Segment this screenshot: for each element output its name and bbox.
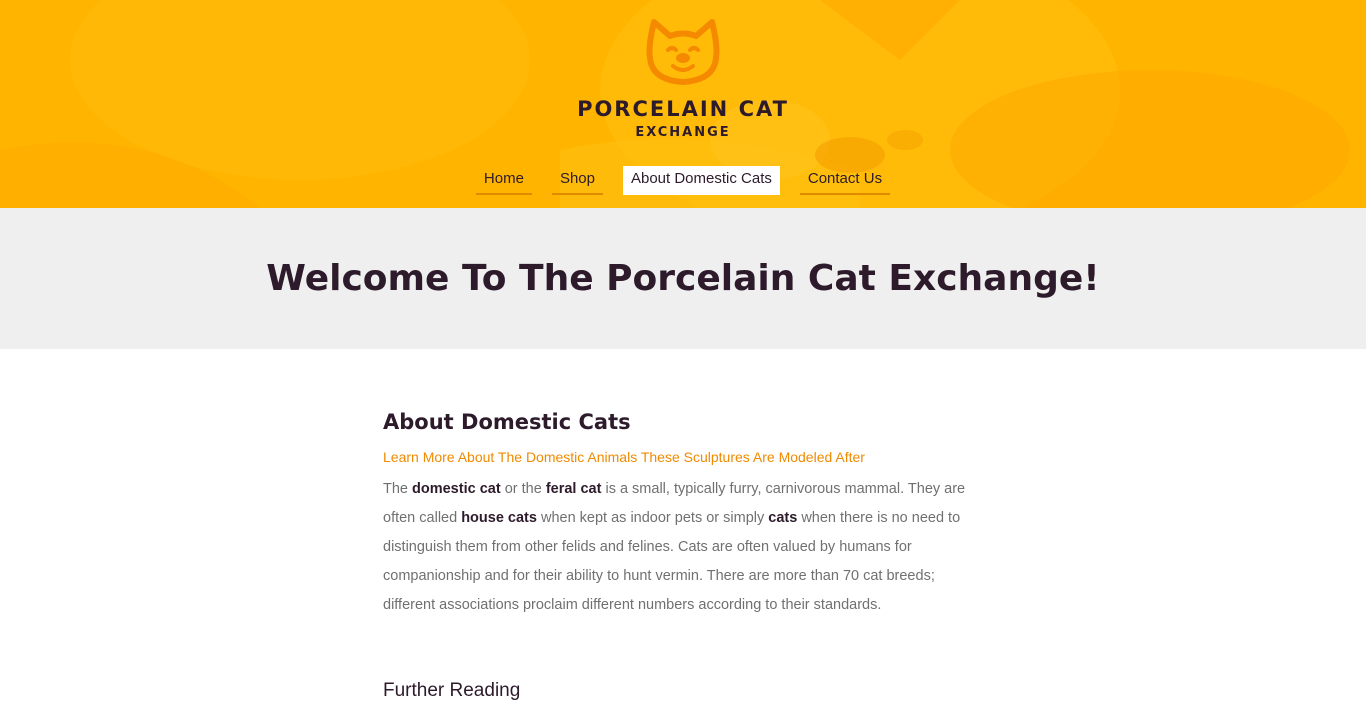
para-bold-cats: cats xyxy=(768,510,798,526)
nav-contact-us[interactable]: Contact Us xyxy=(799,166,891,195)
section-heading: About Domestic Cats xyxy=(383,410,631,434)
para-text-4: when kept as indoor pets or simply xyxy=(536,510,769,526)
further-reading-heading: Further Reading xyxy=(383,680,521,701)
para-text-2: or the xyxy=(500,481,546,497)
cat-face-icon[interactable] xyxy=(646,16,720,88)
nav-shop[interactable]: Shop xyxy=(551,166,603,195)
logo-subtitle[interactable]: EXCHANGE xyxy=(0,125,1366,140)
para-bold-domestic-cat: domestic cat xyxy=(412,481,501,497)
nav-about-domestic-cats[interactable]: About Domestic Cats xyxy=(622,166,780,195)
main-content: About Domestic Cats Learn More About The… xyxy=(383,349,983,704)
para-bold-house-cats: house cats xyxy=(461,510,537,526)
section-subtitle: Learn More About The Domestic Animals Th… xyxy=(383,449,865,465)
nav-home[interactable]: Home xyxy=(475,166,532,195)
hero-banner: Welcome To The Porcelain Cat Exchange! xyxy=(0,208,1366,349)
logo-title[interactable]: PORCELAIN CAT xyxy=(0,97,1366,121)
para-bold-feral-cat: feral cat xyxy=(545,481,602,497)
para-text-1: The xyxy=(383,481,413,497)
hero-title: Welcome To The Porcelain Cat Exchange! xyxy=(266,258,1100,299)
main-nav: Home Shop About Domestic Cats Contact Us xyxy=(0,166,1366,195)
intro-paragraph: The domestic cat or the feral cat is a s… xyxy=(383,475,983,620)
site-header: PORCELAIN CAT EXCHANGE Home Shop About D… xyxy=(0,0,1366,208)
